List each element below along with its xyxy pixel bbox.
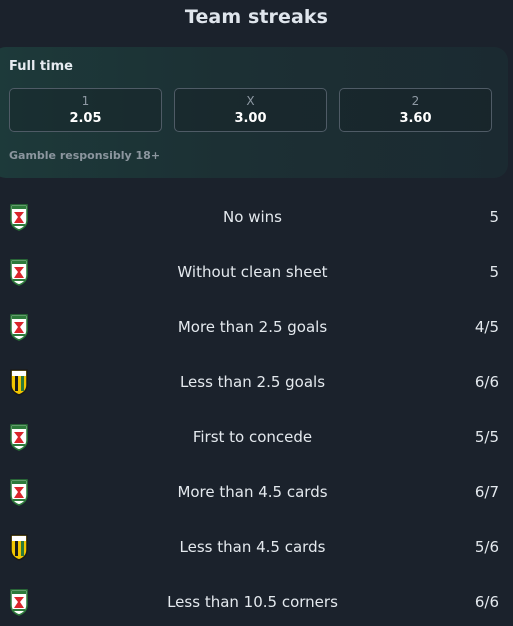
yellow-black-crest-icon: [10, 534, 28, 561]
page-title: Team streaks: [184, 6, 329, 28]
streak-text: First to concede: [192, 428, 313, 446]
streak-count: 6/6: [474, 373, 499, 391]
red-white-crest-icon: [10, 589, 28, 616]
streak-row[interactable]: No wins 5: [0, 202, 513, 232]
streak-text: More than 4.5 cards: [177, 483, 328, 501]
streak-text: Less than 10.5 corners: [167, 593, 338, 611]
streak-row[interactable]: Less than 2.5 goals 6/6: [0, 367, 513, 397]
red-white-crest-icon: [10, 314, 28, 341]
odds-card: Full time 1 2.05 X 3.00 2 3.60 Gamble re…: [0, 47, 508, 178]
streak-count: 5: [489, 208, 499, 226]
streak-text: Without clean sheet: [177, 263, 328, 281]
streak-row[interactable]: First to concede 5/5: [0, 422, 513, 452]
red-white-crest-icon: [10, 204, 28, 231]
streak-count: 5/6: [474, 538, 499, 556]
streak-row[interactable]: More than 2.5 goals 4/5: [0, 312, 513, 342]
streak-text: More than 2.5 goals: [177, 318, 328, 336]
odds-option-label: 2: [411, 94, 420, 108]
streak-count: 6/6: [474, 593, 499, 611]
odds-option-label: 1: [81, 94, 90, 108]
odds-market-label: Full time: [9, 59, 73, 74]
streak-text: No wins: [223, 208, 282, 226]
yellow-black-crest-icon: [10, 369, 28, 396]
odds-option-value: 3.00: [234, 111, 267, 126]
odds-button-home[interactable]: 1 2.05: [9, 88, 162, 132]
streak-count: 5/5: [474, 428, 499, 446]
streak-text: Less than 2.5 goals: [179, 373, 326, 391]
streak-count: 6/7: [474, 483, 499, 501]
streak-row[interactable]: Less than 10.5 corners 6/6: [0, 587, 513, 617]
streak-row[interactable]: Without clean sheet 5: [0, 257, 513, 287]
streak-row[interactable]: More than 4.5 cards 6/7: [0, 477, 513, 507]
odds-button-away[interactable]: 2 3.60: [339, 88, 492, 132]
odds-option-value: 2.05: [69, 111, 102, 126]
streak-count: 4/5: [474, 318, 499, 336]
red-white-crest-icon: [10, 479, 28, 506]
gamble-responsibly-note: Gamble responsibly 18+: [9, 149, 161, 162]
red-white-crest-icon: [10, 259, 28, 286]
streak-row[interactable]: Less than 4.5 cards 5/6: [0, 532, 513, 562]
streak-count: 5: [489, 263, 499, 281]
odds-option-value: 3.60: [399, 111, 432, 126]
streak-text: Less than 4.5 cards: [179, 538, 326, 556]
red-white-crest-icon: [10, 424, 28, 451]
odds-option-label: X: [246, 94, 255, 108]
odds-button-draw[interactable]: X 3.00: [174, 88, 327, 132]
